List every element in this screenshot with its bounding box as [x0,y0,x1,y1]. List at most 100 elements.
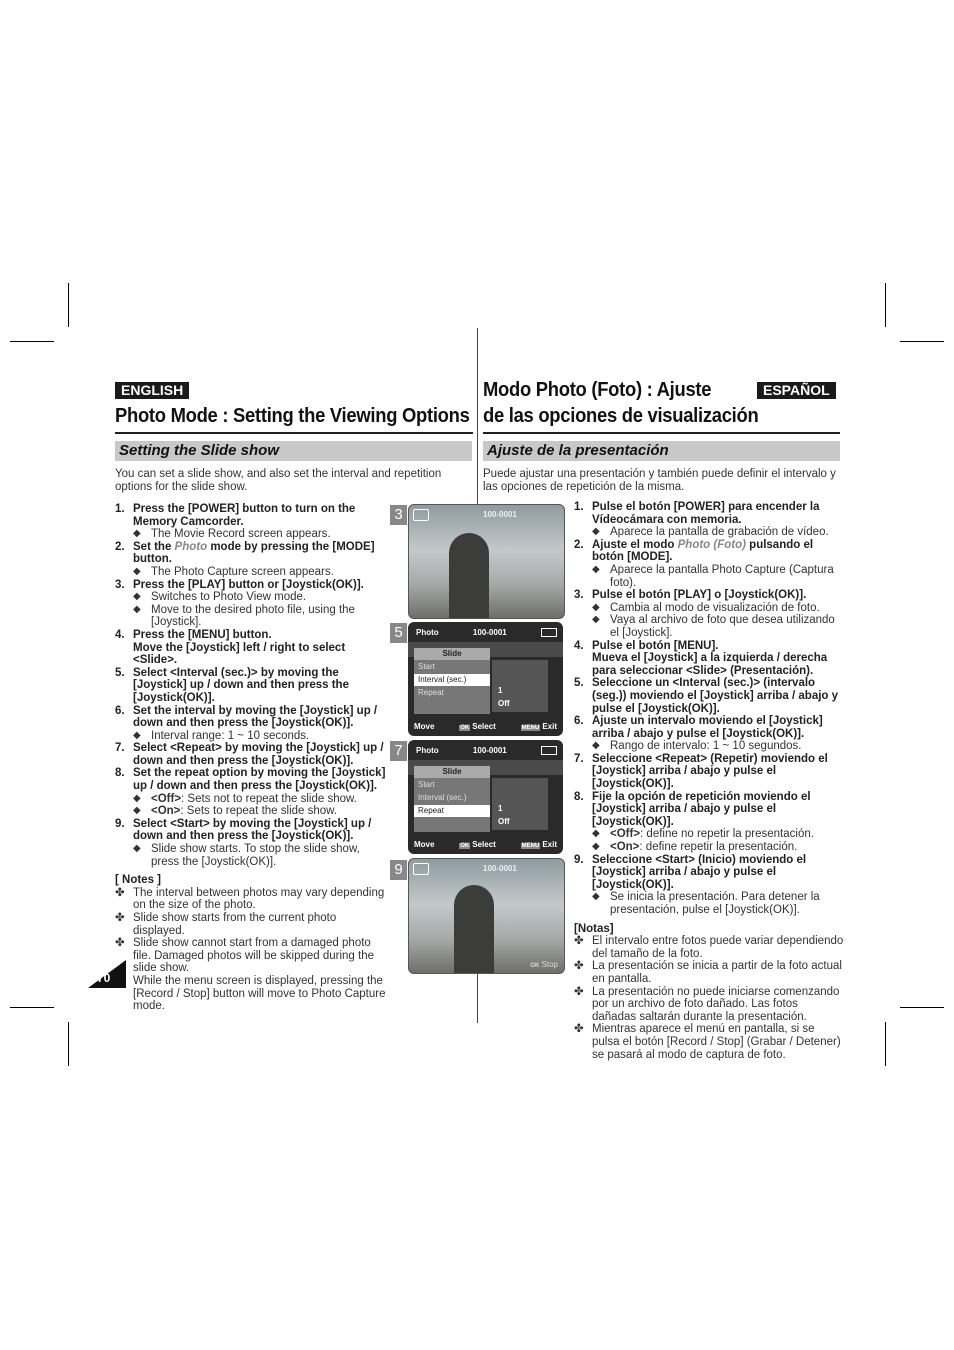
step-item: 4. Press the [MENU] button. Move the [Joys… [115,629,390,667]
step-item: 6. Ajuste un intervalo moviendo el [Joyst… [574,715,844,740]
option-text: <On>: define repetir la presentación. [610,841,797,854]
step-body: Set the repeat option by moving the [Joy… [133,767,390,792]
crop-mark [10,341,54,342]
step-body: Press the [POWER] button to turn on the … [133,503,390,528]
note-item: ✤ Slide show cannot start from a damaged … [115,937,390,975]
steps-english: 1. Press the [POWER] button to turn on th… [115,503,390,1013]
battery-icon [540,746,557,755]
note-item: ✤ Mientras aparece el menú en pantalla, s… [574,1023,844,1061]
note-text: While the menu screen is displayed, pres… [133,974,386,1013]
manual-page: ENGLISH Photo Mode : Setting the Viewing… [0,0,954,1350]
menu-badge: MENU [520,725,541,731]
step-body: Select <Start> by moving the [Joystick] … [133,818,390,843]
step-text: Select <Repeat> by moving the [Joystick]… [133,742,384,767]
sub-text: Aparece la pantalla Photo Capture (Captu… [610,563,834,589]
file-number: 100-0001 [472,746,507,755]
screen-number: 5 [390,623,407,643]
step-text: Set the repeat option by moving the [Joy… [133,767,386,793]
option-text: <Off>: Sets not to repeat the slide show… [151,793,357,806]
cross-bullet-icon: ✤ [574,960,584,973]
column-divider [477,973,478,1023]
step-number: 4. [574,639,584,652]
step-text: Seleccione <Repeat> (Repetir) moviendo e… [592,752,828,791]
note-item: ✤ La presentación no puede iniciarse come… [574,986,844,1024]
diamond-icon: ◆ [592,563,600,575]
step-number: 8. [574,790,584,803]
exit-hint: MENU Exit [520,840,557,849]
sub-text: Rango de intervalo: 1 ~ 10 segundos. [610,740,802,753]
option-desc: : Sets to repeat the slide show. [180,805,338,818]
sub-text: Move to the desired photo file, using th… [151,603,355,629]
option-bullet: ◆ <Off>: define no repetir la presentació… [574,828,844,841]
sub-text: The Photo Capture screen appears. [151,565,334,578]
sub-bullet: ◆ Aparece la pantalla de grabación de víd… [574,526,844,539]
menu-title: Slide [414,766,490,778]
crop-mark [900,1007,944,1008]
diamond-icon: ◆ [592,601,600,613]
select-hint: OK Select [459,722,496,731]
file-number: 100-0001 [483,864,517,873]
sub-bullet: ◆ Aparece la pantalla Photo Capture (Capt… [574,564,844,589]
steps-spanish: 1. Pulse el botón [POWER] para encender l… [574,501,844,1061]
crop-mark [900,341,944,342]
diamond-icon: ◆ [592,828,600,840]
step-body: Pulse el botón [MENU]. Mueva el [Joystick… [592,640,844,678]
sub-bullet: ◆ Switches to Photo View mode. [115,591,390,604]
column-divider [477,328,478,504]
diamond-icon: ◆ [592,526,600,538]
sub-text: Slide show starts. To stop the slide sho… [151,843,360,868]
note-text: El intervalo entre fotos puede variar de… [592,935,844,960]
diamond-icon: ◆ [133,729,141,741]
option-name: <Off> [610,828,641,841]
sub-bullet: ◆ The Photo Capture screen appears. [115,566,390,579]
child-figure [454,885,494,973]
step-text: Seleccione <Start> (Inicio) moviendo el … [592,853,807,891]
menu-item[interactable]: Start [414,779,490,791]
step-body: Ajuste un intervalo moviendo el [Joystic… [592,715,844,740]
step-number: 9. [574,853,584,866]
step-body: Select <Repeat> by moving the [Joystick]… [133,742,390,767]
step-text: Select <Start> by moving the [Joystick] … [133,817,372,843]
menu-item[interactable]: Repeat [414,687,490,699]
slide-menu: Slide Start Interval (sec.) Repeat [414,648,490,714]
diamond-icon: ◆ [592,740,600,752]
screen-hint-bar: Move OK Select MENU Exit [414,722,557,731]
cross-bullet-icon: ✤ [574,1023,584,1036]
note-item: ✤ Slide show starts from the current phot… [115,912,390,937]
exit-hint: MENU Exit [520,722,557,731]
note-text: The interval between photos may vary dep… [133,886,385,912]
screen-5-menu: Photo 100-0001 Slide Start Interval (sec.) Re… [408,622,563,736]
note-text: Slide show starts from the current photo… [133,912,337,937]
cross-bullet-icon: ✤ [115,886,125,899]
step-number: 9. [115,817,125,830]
diamond-icon: ◆ [133,603,141,615]
mode-name: Photo (Foto) [677,538,746,551]
option-bullet: ◆ <On>: Sets to repeat the slide show. [115,805,390,818]
step-item: 6. Set the interval by moving the [Joysti… [115,705,390,730]
page-title-english: Photo Mode : Setting the Viewing Options [115,405,470,427]
sub-bullet: ◆ Rango de intervalo: 1 ~ 10 segundos. [574,740,844,753]
step-body: Press the [PLAY] button or [Joystick(OK)… [133,579,364,592]
menu-value: Off [498,817,510,826]
slide-menu: Slide Start Interval (sec.) Repeat [414,766,490,832]
step-item: 8. Fije la opción de repetición moviendo … [574,791,844,829]
file-number: 100-0001 [472,628,507,637]
file-number: 100-0001 [483,510,517,519]
note-item: ✤ While the menu screen is displayed, pre… [115,975,390,1013]
step-text: Ajuste el modo Photo (Foto) pulsando el … [592,539,813,564]
mode-label: Photo [416,628,439,637]
option-bullet: ◆ <Off>: Sets not to repeat the slide sho… [115,793,390,806]
step-text-pre: Ajuste el modo [592,538,678,551]
step-text: Pulse el botón [MENU]. [592,639,719,652]
step-item: 2. Ajuste el modo Photo (Foto) pulsando e… [574,539,844,564]
step-text: Select <Interval (sec.)> by moving the [… [133,666,349,704]
step-number: 2. [574,538,584,551]
step-number: 8. [115,767,125,780]
step-text: Press the [PLAY] button or [Joystick(OK)… [133,578,364,591]
screen-number: 7 [390,741,407,761]
menu-item[interactable]: Interval (sec.) [414,792,490,804]
menu-item[interactable]: Repeat [414,805,490,817]
menu-item[interactable]: Interval (sec.) [414,674,490,686]
menu-item[interactable]: Start [414,661,490,673]
title-rule [483,432,840,434]
